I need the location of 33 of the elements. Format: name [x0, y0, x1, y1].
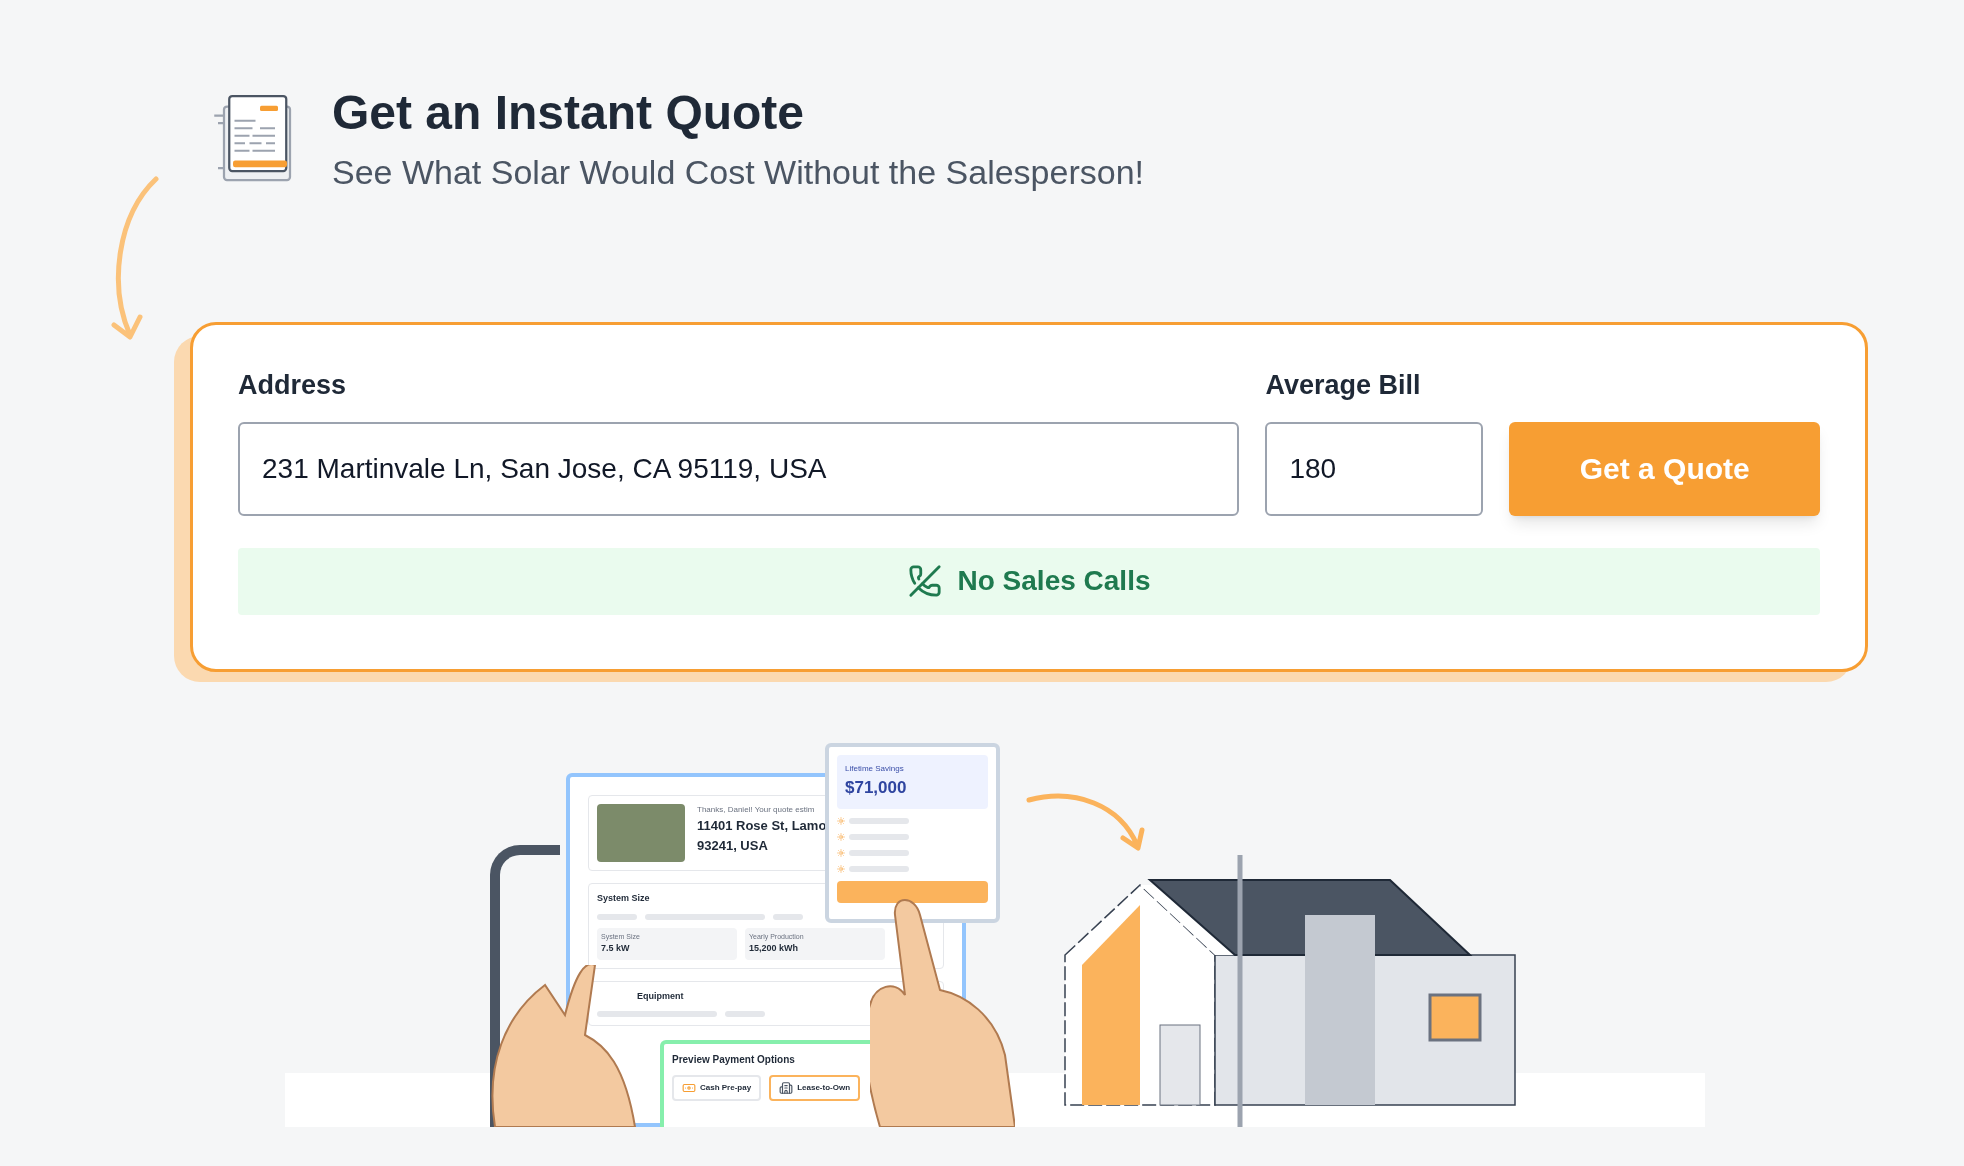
address-line: 93241, USA [697, 836, 769, 855]
greeting-text: Thanks, Daniel! Your quote estim [697, 804, 816, 816]
section-title: Equipment [636, 989, 685, 1003]
sun-icon [837, 816, 845, 825]
sun-icon [837, 864, 845, 873]
average-bill-field[interactable]: 180 [1265, 421, 1484, 516]
placeholder-line [849, 833, 909, 840]
phone-off-icon [907, 564, 942, 598]
section-title: System Size [597, 892, 651, 905]
building-icon [779, 1081, 794, 1095]
placeholder-line [597, 913, 637, 920]
placeholder-line [849, 817, 909, 824]
cash-icon [682, 1081, 696, 1095]
savings-value: $71,000 [845, 777, 908, 799]
average-bill-label: Average Bill [1265, 369, 1422, 402]
stat-value: 15,200 kWh [749, 942, 800, 955]
payment-title: Preview Payment Options [672, 1053, 796, 1067]
stat-value: 7.5 kW [601, 942, 631, 955]
placeholder-line [773, 913, 803, 920]
sun-icon [837, 832, 845, 841]
page-subtitle: See What Solar Would Cost Without the Salesperson! [332, 151, 1144, 193]
page-title: Get an Instant Quote [332, 84, 806, 141]
placeholder-line [849, 865, 909, 872]
savings-label: Lifetime Savings [845, 763, 905, 775]
address-label: Address [238, 369, 348, 402]
sun-icon [837, 848, 845, 857]
payment-option[interactable]: Cash Pre-pay [672, 1075, 762, 1101]
notice-text: No Sales Calls [957, 564, 1151, 598]
address-field[interactable]: 231 Martinvale Ln, San Jose, CA 95119, USA [238, 421, 1240, 516]
placeholder-line [849, 849, 909, 856]
payment-option[interactable]: Lease-to-Own [769, 1075, 861, 1101]
placeholder-line [725, 1011, 765, 1017]
address-line: 11401 Rose St, Lamo [697, 817, 827, 835]
